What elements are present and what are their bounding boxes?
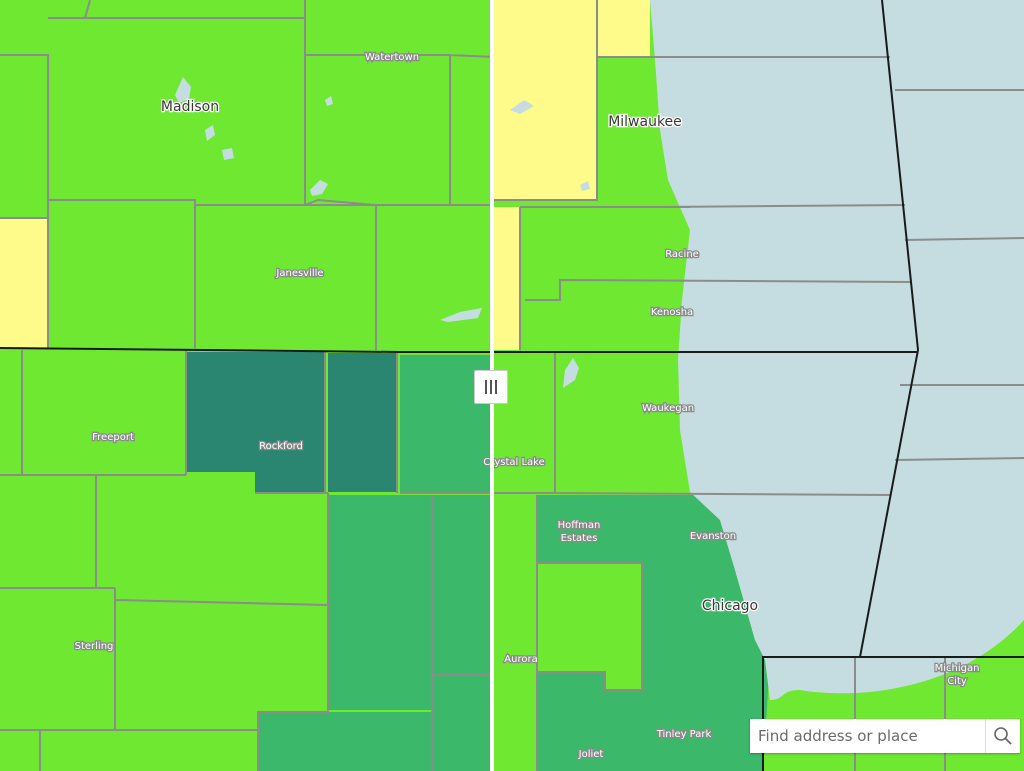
label-tinley-park: Tinley Park <box>656 729 712 740</box>
label-michigan-city: Michigan <box>935 663 980 674</box>
label-michigan-city-2: City <box>947 676 967 687</box>
label-sterling: Sterling <box>75 641 114 652</box>
label-madison: Madison <box>161 99 219 115</box>
lake-michigan <box>175 0 1024 700</box>
high-value-counties <box>186 352 397 493</box>
label-watertown: Watertown <box>365 52 419 63</box>
label-racine: Racine <box>665 249 699 260</box>
label-rockford: Rockford <box>259 441 303 452</box>
label-hoffman-estates-2: Estates <box>561 533 598 544</box>
label-evanston: Evanston <box>690 531 736 542</box>
label-milwaukee: Milwaukee <box>608 114 682 130</box>
label-waukegan: Waukegan <box>642 403 694 414</box>
search-widget <box>750 719 1020 753</box>
label-chicago: Chicago <box>702 598 758 614</box>
grip-vertical-icon <box>484 380 499 394</box>
search-icon <box>994 727 1012 745</box>
swipe-handle[interactable] <box>474 370 508 404</box>
search-input[interactable] <box>750 719 985 753</box>
label-aurora: Aurora <box>504 654 537 665</box>
label-kenosha: Kenosha <box>651 307 693 318</box>
label-joliet: Joliet <box>578 749 604 760</box>
label-freeport: Freeport <box>92 432 134 443</box>
low-value-counties <box>0 0 650 350</box>
map[interactable]: Madison Milwaukee Watertown Janesville R… <box>0 0 1024 771</box>
search-button[interactable] <box>985 719 1020 753</box>
label-janesville: Janesville <box>275 268 323 279</box>
label-hoffman-estates: Hoffman <box>558 520 601 531</box>
